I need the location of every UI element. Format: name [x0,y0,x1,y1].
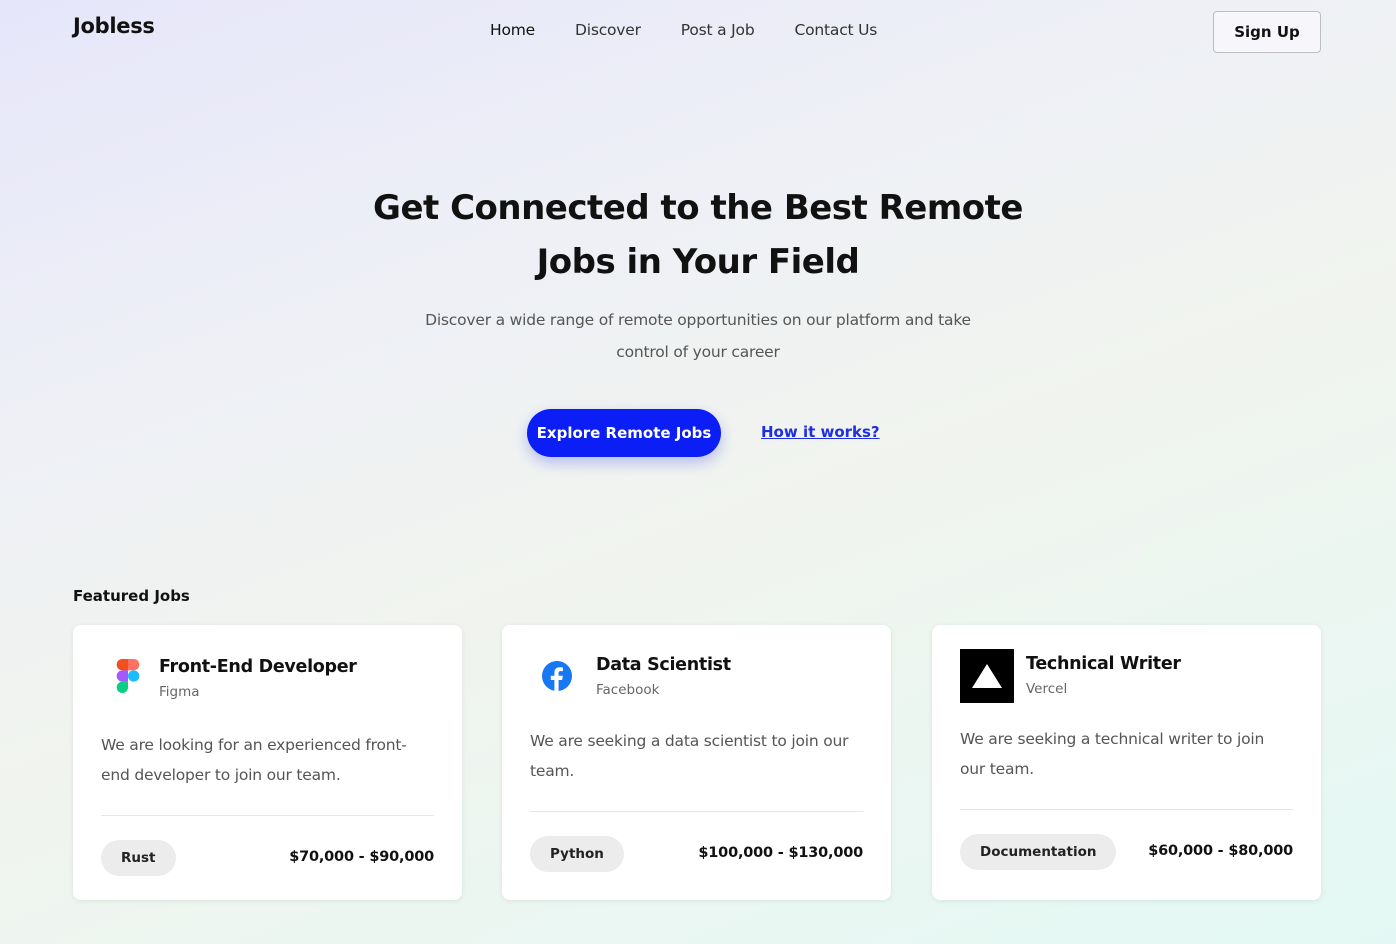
site-logo[interactable]: Jobless [73,14,155,38]
nav-contact-us[interactable]: Contact Us [794,21,877,39]
company-name: Figma [159,684,200,700]
nav-home[interactable]: Home [490,21,535,39]
salary-range: $60,000 - $80,000 [1148,843,1293,859]
job-description: We are seeking a data scientist to join … [530,732,849,780]
company-name: Vercel [1026,681,1068,697]
vercel-icon [960,649,1014,703]
company-name: Facebook [596,682,660,698]
card-divider [101,815,434,816]
job-description: We are looking for an experienced front-… [101,736,407,784]
sign-up-button[interactable]: Sign Up [1213,11,1321,53]
featured-jobs-heading: Featured Jobs [73,587,190,605]
facebook-icon [530,649,584,703]
job-title: Data Scientist [596,655,731,675]
explore-remote-jobs-button[interactable]: Explore Remote Jobs [527,409,721,457]
job-title: Front-End Developer [159,657,357,677]
job-description: We are seeking a technical writer to joi… [960,730,1265,778]
job-card-technical-writer[interactable]: Technical Writer Vercel We are seeking a… [932,625,1321,900]
card-divider [530,811,863,812]
figma-icon [101,649,155,703]
card-divider [960,809,1293,810]
skill-tag: Documentation [960,834,1117,870]
hero-title: Get Connected to the Best Remote Jobs in… [373,188,1023,282]
salary-range: $70,000 - $90,000 [289,849,434,865]
job-card-data-scientist[interactable]: Data Scientist Facebook We are seeking a… [502,625,891,900]
job-title: Technical Writer [1026,654,1181,674]
nav-discover[interactable]: Discover [575,21,641,39]
main-nav: Home Discover Post a Job Contact Us [490,21,877,39]
hero-subtitle: Discover a wide range of remote opportun… [425,311,971,361]
salary-range: $100,000 - $130,000 [698,845,863,861]
how-it-works-link[interactable]: How it works? [761,423,880,441]
skill-tag: Rust [101,840,176,876]
skill-tag: Python [530,836,624,872]
nav-post-a-job[interactable]: Post a Job [681,21,755,39]
job-card-front-end-developer[interactable]: Front-End Developer Figma We are looking… [73,625,462,900]
